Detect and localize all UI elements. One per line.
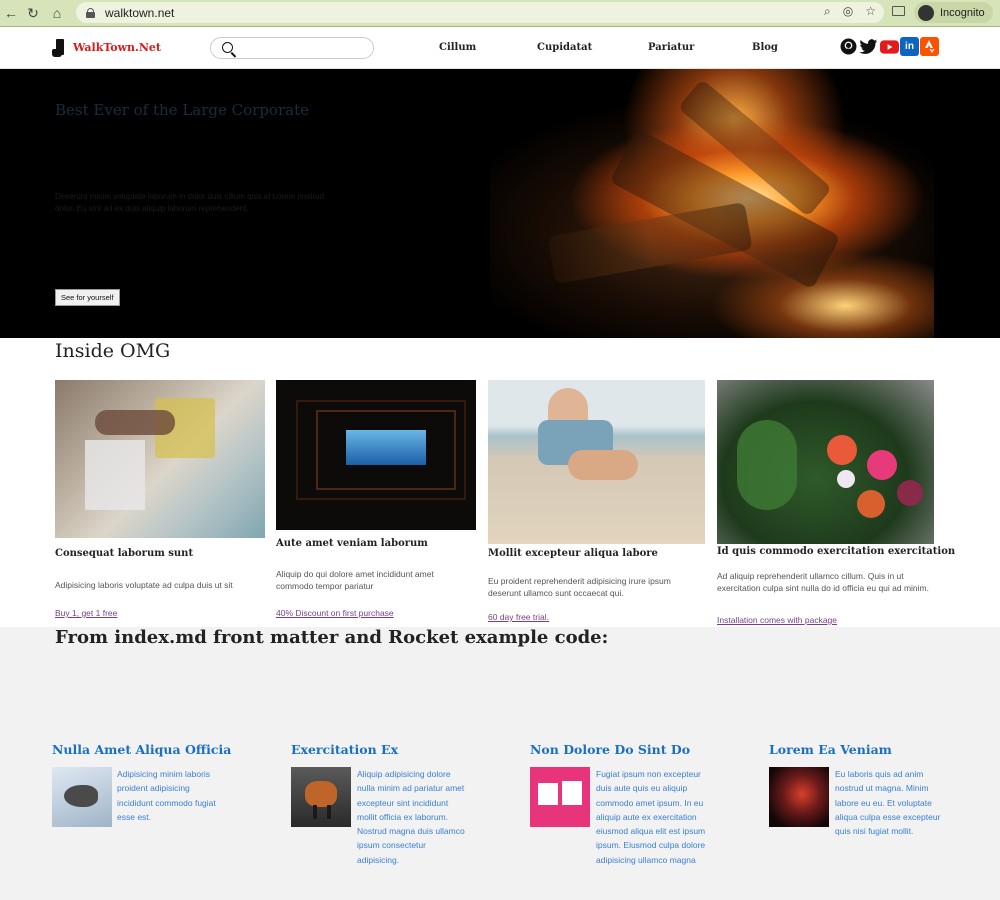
- incognito-label: Incognito: [940, 6, 985, 19]
- features-section: [0, 627, 1000, 900]
- youtube-icon[interactable]: [880, 37, 899, 56]
- nav-link-blog[interactable]: Blog: [752, 42, 778, 53]
- linkedin-icon[interactable]: in: [900, 37, 919, 56]
- hero-fire-image: [490, 69, 934, 338]
- card-title: Id quis commodo exercitation exercitatio…: [717, 546, 956, 557]
- address-bar[interactable]: walktown.net ⌕ ◎ ☆: [76, 2, 884, 23]
- signs-image: [530, 767, 590, 827]
- card-link[interactable]: 40% Discount on first purchase: [276, 608, 394, 618]
- zoom-icon[interactable]: ⌕: [824, 4, 831, 19]
- incognito-badge[interactable]: Incognito: [914, 2, 993, 23]
- feature-text: Adipisicing minim laboris proident adipi…: [117, 769, 216, 822]
- github-icon[interactable]: [839, 37, 858, 56]
- strava-icon[interactable]: [920, 37, 939, 56]
- boot-logo-icon[interactable]: [52, 39, 65, 57]
- twitter-icon[interactable]: [859, 37, 878, 56]
- tunnel-image: [276, 380, 476, 530]
- inside-section-title: Inside OMG: [55, 340, 171, 362]
- card-text: Adipisicing laboris voluptate ad culpa d…: [55, 580, 233, 590]
- hero-description: Deserunt minim voluptate laborum in dolo…: [55, 192, 325, 213]
- nebula-image: [769, 767, 829, 827]
- flowers-greens-image: [717, 380, 934, 544]
- incognito-icon: [918, 4, 934, 21]
- features-section-title: From index.md front matter and Rocket ex…: [55, 627, 609, 648]
- card-text: Eu proident reprehenderit adipisicing ir…: [488, 576, 671, 598]
- cast-icon[interactable]: [892, 6, 905, 16]
- nav-link-cillum[interactable]: Cillum: [439, 42, 476, 53]
- nav-link-cupidatat[interactable]: Cupidatat: [537, 42, 592, 53]
- search-icon[interactable]: [222, 42, 233, 53]
- feature-title: Non Dolore Do Sint Do: [530, 742, 691, 757]
- url-text[interactable]: walktown.net: [105, 6, 174, 20]
- home-icon[interactable]: ⌂: [46, 2, 68, 24]
- reload-icon[interactable]: ↻: [22, 2, 44, 24]
- star-icon[interactable]: ☆: [865, 4, 876, 19]
- hero-title: Best Ever of the Large Corporate: [55, 101, 309, 119]
- beach-image: [488, 380, 705, 544]
- site-logo-text[interactable]: WalkTown.Net: [73, 41, 161, 54]
- card-link[interactable]: Buy 1, get 1 free: [55, 608, 117, 618]
- card-title: Consequat laborum sunt: [55, 548, 194, 559]
- search-box[interactable]: [210, 37, 374, 59]
- card-title: Mollit excepteur aliqua labore: [488, 548, 658, 559]
- search-input[interactable]: [241, 40, 366, 56]
- feature-title: Lorem Ea Veniam: [769, 742, 892, 757]
- card-link[interactable]: 60 day free trial.: [488, 612, 549, 622]
- swimmer-pool-image: [55, 380, 265, 538]
- feature-text: Fugiat ipsum non excepteur duis aute qui…: [596, 769, 706, 865]
- tracking-off-icon[interactable]: ◎: [843, 4, 853, 19]
- card-text: Aliquip do qui dolore amet incididunt am…: [276, 569, 434, 591]
- feature-title: Exercitation Ex: [291, 742, 399, 757]
- feature-text: Aliquip adipisicing dolore nulla minim a…: [357, 769, 465, 865]
- back-icon[interactable]: ←: [0, 2, 22, 24]
- feature-title: Nulla Amet Aliqua Officia: [52, 742, 232, 757]
- hero-banner: Best Ever of the Large Corporate Deserun…: [0, 69, 1000, 338]
- nav-link-pariatur[interactable]: Pariatur: [648, 42, 694, 53]
- bird-image: [52, 767, 112, 827]
- fox-image: [291, 767, 351, 827]
- feature-text: Eu laboris quis ad anim nostrud ut magna…: [835, 769, 941, 837]
- site-header: WalkTown.Net Cillum Cupidatat Pariatur B…: [0, 27, 1000, 69]
- card-title: Aute amet veniam laborum: [276, 538, 428, 549]
- card-link[interactable]: Installation comes with package: [717, 615, 837, 625]
- see-for-yourself-button[interactable]: See for yourself: [55, 289, 120, 306]
- card-text: Ad aliquip reprehenderit ullamco cillum.…: [717, 571, 929, 593]
- lock-icon: [86, 7, 95, 18]
